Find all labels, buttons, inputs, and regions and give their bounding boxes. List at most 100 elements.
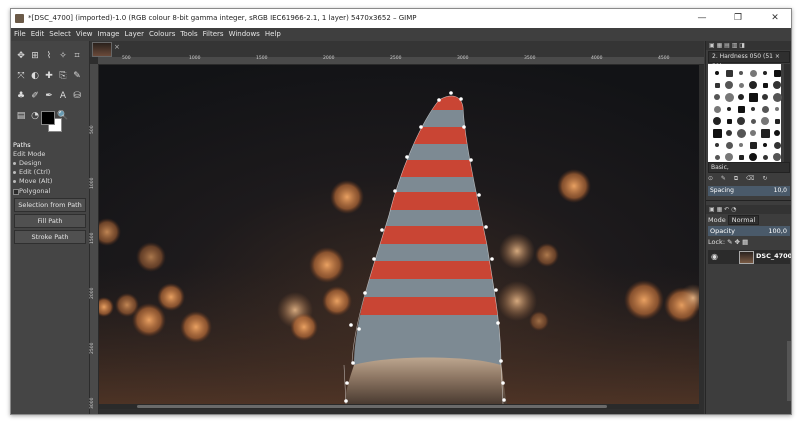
layers-scrollbar[interactable] [787,341,791,401]
brush-preset[interactable] [738,94,744,100]
heal-icon[interactable]: ✚ [43,71,55,82]
menu-layer[interactable]: Layer [121,28,146,41]
menu-image[interactable]: Image [95,28,122,41]
brush-preset[interactable] [761,105,769,113]
brush-grid-scrollbar[interactable] [784,64,790,162]
edit-mode-edit[interactable]: Edit (Ctrl) [11,168,89,177]
brush-preset[interactable] [772,92,782,102]
menu-edit[interactable]: Edit [28,28,47,41]
brush-preset[interactable] [773,153,781,161]
edit-mode-design[interactable]: Design [11,159,89,168]
brush-preset[interactable] [737,117,745,125]
brush-preset[interactable] [715,143,719,147]
menu-file[interactable]: File [11,28,28,41]
brush-preset[interactable] [762,94,768,100]
menu-colours[interactable]: Colours [146,28,177,41]
image-tab-thumbnail[interactable] [92,42,112,57]
lock-icons[interactable]: ✎ ✥ ▦ [727,238,748,246]
maximize-button[interactable]: ❐ [725,9,751,28]
brush-preset[interactable] [725,141,733,149]
menu-tools[interactable]: Tools [177,28,199,41]
fuzzy-select-icon[interactable]: ✧ [57,51,69,62]
brush-preset[interactable] [725,153,733,161]
brush-preset[interactable] [774,118,780,124]
layers-dock-tabs[interactable]: ▣ ▦ ↶ ◔ [706,205,791,214]
brush-preset[interactable] [724,92,734,102]
brush-preset[interactable] [739,143,743,147]
brush-preset[interactable] [749,141,757,149]
transform-icon[interactable]: ⤧ [15,71,27,82]
horizontal-scrollbar[interactable] [99,404,699,409]
brush-preset[interactable] [750,118,756,124]
brush-preset[interactable] [727,107,731,111]
visibility-eye-icon[interactable]: ◉ [711,252,718,261]
horizontal-ruler[interactable]: 500 1000 1500 2000 2500 3000 3500 4000 4500 [98,56,704,65]
brush-spacing-slider[interactable]: Spacing 10,0 [708,186,790,196]
brush-preset[interactable] [761,117,769,125]
color-swatches[interactable] [41,111,62,132]
polygonal-checkbox[interactable]: Polygonal [11,186,89,196]
brush-preset[interactable] [738,154,744,160]
brush-preset[interactable] [750,130,756,136]
paint-icon[interactable]: ♣ [15,91,27,102]
brush-preset[interactable] [712,128,722,138]
dock-tabs[interactable]: ▣ ▦ ▤ ▥ ◨ [706,41,791,50]
brush-preset[interactable] [775,107,779,111]
layer-opacity-slider[interactable]: Opacity 100,0 [708,226,790,236]
crop-icon[interactable]: ⌗ [71,51,83,62]
brush-preset[interactable] [751,107,755,111]
brush-preset[interactable] [726,118,732,124]
brush-preset[interactable] [725,69,733,77]
gradient-icon[interactable]: ▤ [15,111,27,122]
image-canvas[interactable] [99,65,699,404]
foreground-color-swatch[interactable] [41,111,55,125]
path-icon[interactable]: ✒ [43,91,55,102]
brush-preset[interactable] [737,105,745,113]
menu-help[interactable]: Help [262,28,283,41]
warp-icon[interactable]: ◐ [29,71,41,82]
brush-preset[interactable] [762,154,768,160]
brush-preset[interactable] [748,92,758,102]
brush-preset[interactable] [773,69,781,77]
clone-icon[interactable]: ⎘ [57,71,69,82]
brush-grid[interactable] [708,64,782,162]
brush-preset[interactable] [714,154,720,160]
layer-mode-select[interactable]: Normal [727,215,760,225]
free-select-icon[interactable]: ⌇ [43,51,55,62]
brush-tag-field[interactable]: Basic, [708,162,790,173]
brush-preset[interactable] [715,71,719,75]
brush-preset[interactable] [714,82,720,88]
align-icon[interactable]: ⊞ [29,51,41,62]
brush-preset[interactable] [714,94,720,100]
brush-preset[interactable] [774,130,780,136]
layer-row[interactable]: ◉ DSC_4700 [708,250,791,264]
menu-windows[interactable]: Windows [226,28,262,41]
close-image-tab-icon[interactable]: × [114,43,120,51]
brush-preset[interactable] [763,143,767,147]
move-icon[interactable]: ✥ [15,51,27,62]
brush-preset[interactable] [760,128,770,138]
brush-preset[interactable] [773,81,781,89]
horizontal-scroll-thumb[interactable] [137,405,607,408]
smudge-icon[interactable]: ✎ [71,71,83,82]
brush-preset[interactable] [739,71,743,75]
dodge-icon[interactable]: ◔ [29,111,41,122]
brush-preset[interactable] [713,117,721,125]
selection-from-path-button[interactable]: Selection from Path [14,198,86,212]
minimize-button[interactable]: — [689,9,715,28]
brush-preset[interactable] [725,81,733,89]
vertical-ruler[interactable]: 500 1000 1500 2000 2500 3000 [90,64,99,414]
fill-path-button[interactable]: Fill Path [14,214,86,228]
brush-preset[interactable] [726,130,732,136]
stroke-path-button[interactable]: Stroke Path [14,230,86,244]
brush-preset[interactable] [738,82,744,88]
menu-view[interactable]: View [73,28,95,41]
text-icon[interactable]: A [57,91,69,102]
brush-preset[interactable] [773,141,781,149]
brush-preset[interactable] [749,153,757,161]
menu-select[interactable]: Select [46,28,73,41]
menu-filters[interactable]: Filters [200,28,226,41]
brush-action-icons[interactable]: ⊙ ✎ ⧉ ⌫ ↻ [708,175,790,184]
brush-preset[interactable] [736,128,746,138]
brush-preset[interactable] [749,69,757,77]
